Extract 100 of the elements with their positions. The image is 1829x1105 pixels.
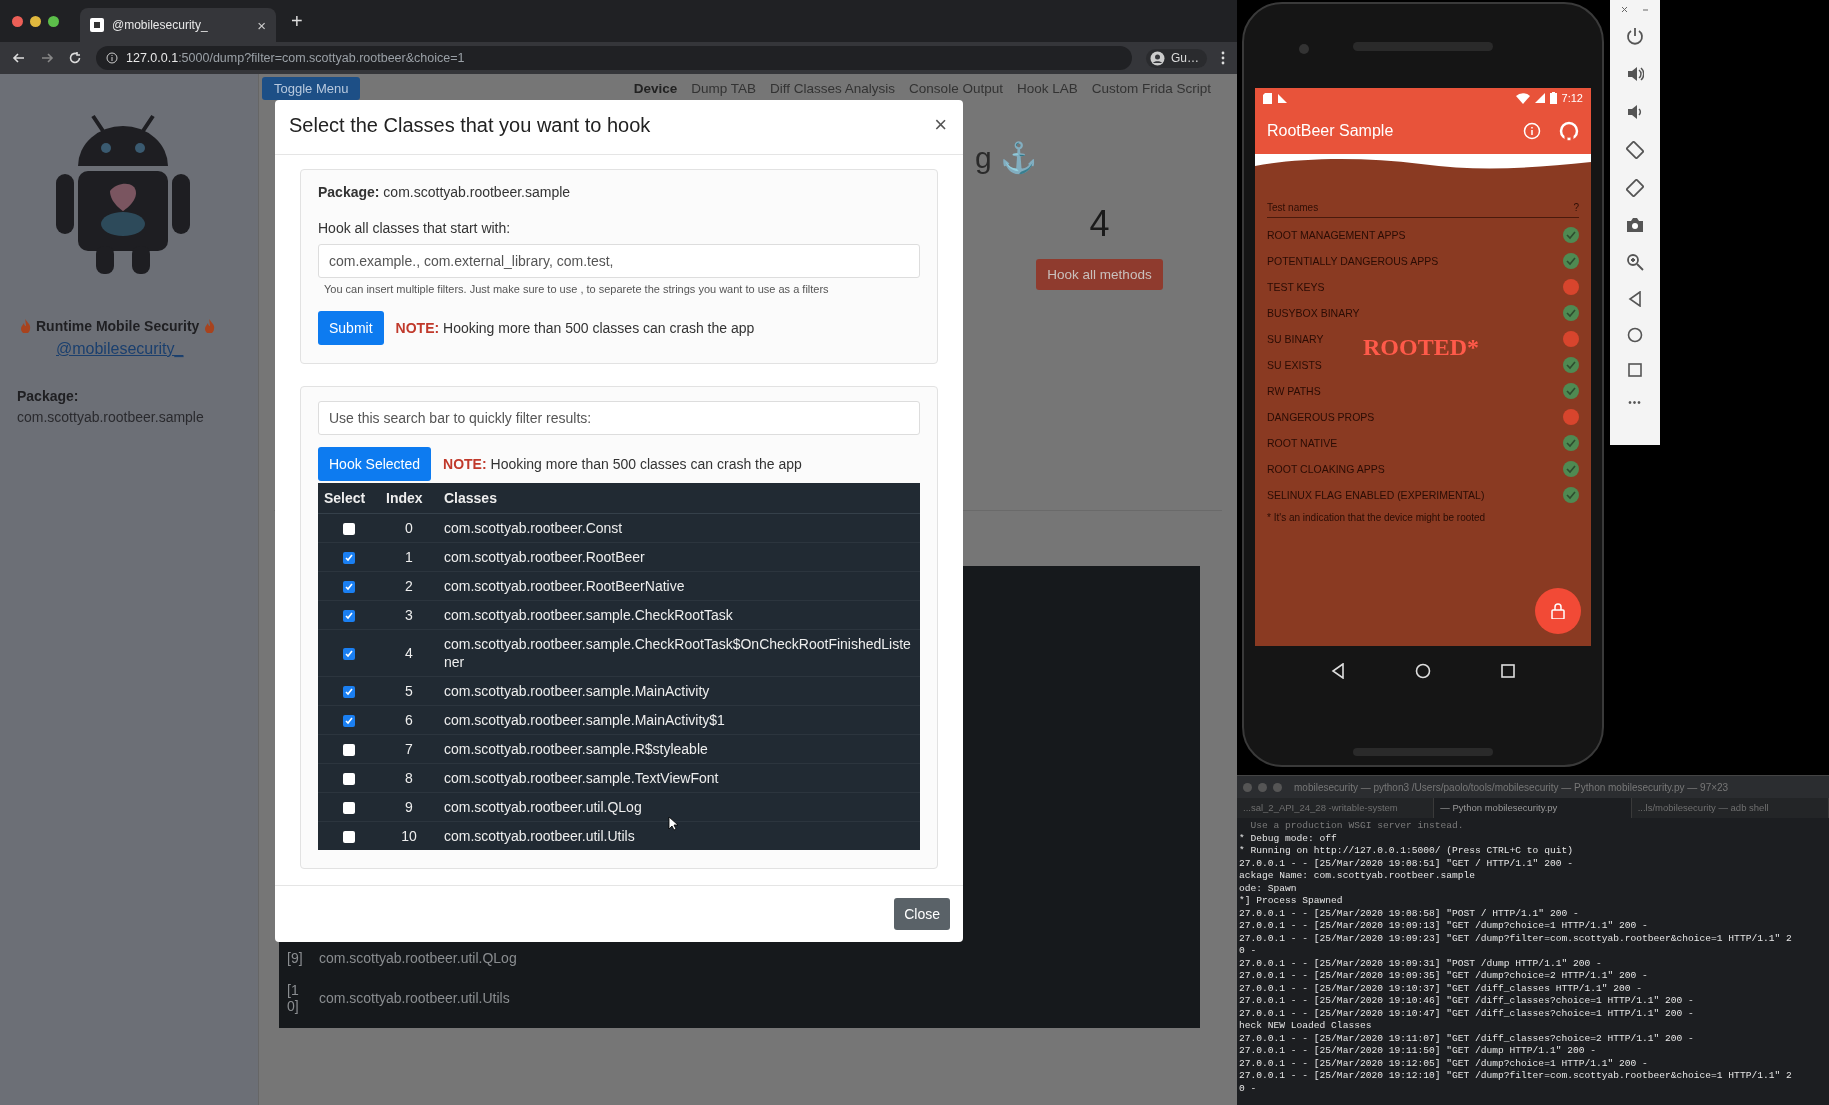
profile-button[interactable]: Gu… bbox=[1146, 48, 1207, 68]
zoom-window-icon[interactable] bbox=[48, 15, 59, 27]
toggle-menu-button[interactable]: Toggle Menu bbox=[262, 76, 361, 100]
close-button[interactable]: Close bbox=[894, 898, 950, 930]
nav-link[interactable]: Device bbox=[633, 80, 678, 96]
info-icon[interactable] bbox=[1523, 122, 1541, 140]
test-name: SELINUX FLAG ENABLED (EXPERIMENTAL) bbox=[1267, 489, 1485, 501]
class-name: com.scottyab.rootbeer.util.Utils bbox=[319, 990, 510, 1006]
row-checkbox[interactable] bbox=[343, 648, 355, 661]
lock-icon bbox=[1551, 603, 1565, 619]
reload-icon[interactable] bbox=[68, 51, 82, 65]
hook-all-methods-button[interactable]: Hook all methods bbox=[1036, 259, 1163, 290]
terminal-line: 27.0.0.1 - - [25/Mar/2020 19:11:50] "GET /dump HTTP/1.1" 200 - bbox=[1239, 1045, 1597, 1058]
terminal-line: 27.0.0.1 - - [25/Mar/2020 19:12:10] "GET /dump?filter=com.scottyab.rootbeer&choice=1 HTTP/1.1" 2 bbox=[1239, 1070, 1793, 1083]
back-icon[interactable] bbox=[1628, 291, 1642, 307]
close-window-icon[interactable] bbox=[12, 15, 23, 27]
row-checkbox[interactable] bbox=[343, 523, 355, 536]
nav-link[interactable]: Custom Frida Script bbox=[1091, 80, 1211, 96]
class-name: com.scottyab.rootbeer.util.QLog bbox=[319, 950, 517, 966]
submit-button[interactable]: Submit bbox=[318, 311, 384, 345]
row-checkbox[interactable] bbox=[343, 831, 355, 844]
overview-icon[interactable] bbox=[1628, 363, 1642, 377]
terminal-tab[interactable]: — Python mobilesecurity.py bbox=[1434, 798, 1632, 818]
column-header: Classes bbox=[438, 483, 920, 514]
table-cell: com.scottyab.rootbeer.RootBeer bbox=[444, 549, 645, 565]
terminal-line: 27.0.0.1 - - [25/Mar/2020 19:10:47] "GET /diff_classes?choice=1 HTTP/1.1" 200 - bbox=[1239, 1007, 1695, 1020]
hook-selected-button[interactable]: Hook Selected bbox=[318, 447, 432, 481]
table-cell: com.scottyab.rootbeer.sample.MainActivity$1 bbox=[444, 712, 725, 728]
filter-input[interactable]: com.example., com.external_library, com.test, bbox=[318, 244, 920, 278]
row-checkbox[interactable] bbox=[343, 581, 355, 594]
table-cell: 5 bbox=[405, 683, 413, 699]
zoom-icon[interactable] bbox=[1626, 253, 1644, 271]
nav-link[interactable]: Dump TAB bbox=[691, 80, 757, 96]
terminal-line: 27.0.0.1 - - [25/Mar/2020 19:12:05] "GET /dump?choice=1 HTTP/1.1" 200 - bbox=[1239, 1057, 1649, 1070]
help-text: You can insert multiple filters. Just make sure to use , to separete the strings you want to use as a filters bbox=[324, 283, 829, 295]
column-header: Index bbox=[380, 483, 438, 514]
flame-icon bbox=[20, 319, 31, 333]
power-icon[interactable] bbox=[1626, 27, 1644, 45]
search-field[interactable]: Use this search bar to quickly filter results: bbox=[318, 401, 920, 435]
table-cell: com.scottyab.rootbeer.Const bbox=[444, 520, 623, 536]
favicon-icon bbox=[90, 18, 104, 32]
nav-link[interactable]: Diff Classes Analysis bbox=[770, 80, 896, 96]
table-cell: com.scottyab.rootbeer.RootBeerNative bbox=[444, 578, 685, 594]
rotate-right-icon[interactable] bbox=[1626, 179, 1644, 197]
row-checkbox[interactable] bbox=[343, 552, 355, 565]
row-index: [10] bbox=[287, 982, 300, 1014]
camera-icon bbox=[1299, 44, 1309, 54]
new-tab-button[interactable]: + bbox=[291, 9, 303, 33]
terminal-line: 27.0.0.1 - - [25/Mar/2020 19:09:31] "POST /dump HTTP/1.1" 200 - bbox=[1239, 957, 1603, 970]
table-cell: 2 bbox=[405, 578, 413, 594]
test-name: ROOT CLOAKING APPS bbox=[1267, 463, 1385, 475]
terminal-line: 0 - bbox=[1239, 1082, 1258, 1095]
recents-icon[interactable] bbox=[1501, 664, 1515, 678]
url-text: 127.0.0.1:5000/dump?filter=com.scottyab.rootbeer&choice=1 bbox=[126, 51, 465, 65]
camera-icon[interactable] bbox=[1626, 217, 1644, 233]
nav-link[interactable]: Console Output bbox=[909, 80, 1003, 96]
minimize-window-icon[interactable] bbox=[30, 15, 41, 27]
table-cell: com.scottyab.rootbeer.util.QLog bbox=[444, 799, 642, 815]
more-button[interactable]: ••• bbox=[1628, 397, 1642, 408]
table-cell: com.scottyab.rootbeer.util.Utils bbox=[444, 828, 635, 844]
wifi-icon bbox=[1515, 92, 1530, 104]
list-header-hint: ? bbox=[1573, 202, 1579, 213]
status-time: 7:12 bbox=[1561, 92, 1583, 104]
tab-close-button[interactable]: × bbox=[257, 16, 266, 34]
row-index: [9] bbox=[287, 950, 304, 966]
app-title: Runtime Mobile Security bbox=[36, 318, 200, 334]
close-icon[interactable] bbox=[1621, 6, 1628, 13]
browser-tab[interactable]: @mobilesecurity_ × bbox=[80, 8, 276, 42]
terminal-line: 27.0.0.1 - - [25/Mar/2020 19:10:37] "GET /diff_classes HTTP/1.1" 200 - bbox=[1239, 982, 1643, 995]
address-bar[interactable]: 127.0.0.1:5000/dump?filter=com.scottyab.rootbeer&choice=1 bbox=[96, 46, 1132, 70]
lock-fab-button[interactable] bbox=[1535, 588, 1581, 634]
table-cell: com.scottyab.rootbeer.sample.CheckRootTask$OnCheckRootFinishedListener bbox=[444, 636, 911, 670]
rotate-left-icon[interactable] bbox=[1626, 141, 1644, 159]
close-button[interactable]: × bbox=[934, 112, 947, 138]
row-checkbox[interactable] bbox=[343, 715, 355, 728]
terminal-line: Use a production WSGI server instead. bbox=[1249, 820, 1465, 833]
table-cell: com.scottyab.rootbeer.sample.CheckRootTask bbox=[444, 607, 733, 623]
table-cell: com.scottyab.rootbeer.sample.R$styleable bbox=[444, 741, 708, 757]
forward-icon[interactable] bbox=[40, 51, 54, 65]
table-cell: com.scottyab.rootbeer.sample.MainActivity bbox=[444, 683, 710, 699]
table-cell: 7 bbox=[405, 741, 413, 757]
twitter-link[interactable]: @mobilesecurity_ bbox=[56, 340, 184, 358]
row-checkbox[interactable] bbox=[343, 610, 355, 623]
package-label: Package: bbox=[17, 388, 79, 404]
test-name: BUSYBOX BINARY bbox=[1267, 307, 1360, 319]
table-cell: 9 bbox=[405, 799, 413, 815]
row-checkbox[interactable] bbox=[343, 744, 355, 757]
terminal-tab[interactable]: ...ls/mobilesecurity — adb shell bbox=[1631, 798, 1829, 818]
home-icon[interactable] bbox=[1627, 327, 1643, 343]
row-checkbox[interactable] bbox=[343, 686, 355, 699]
volume-up-icon[interactable] bbox=[1626, 65, 1644, 83]
back-icon[interactable] bbox=[12, 51, 26, 65]
nav-link[interactable]: Hook LAB bbox=[1016, 80, 1078, 96]
info-icon bbox=[106, 52, 118, 64]
modal-title: Select the Classes that you want to hook bbox=[289, 113, 651, 137]
volume-down-icon[interactable] bbox=[1626, 103, 1644, 121]
table-cell: 6 bbox=[405, 712, 413, 728]
menu-icon[interactable] bbox=[1221, 51, 1225, 65]
row-checkbox[interactable] bbox=[343, 773, 355, 786]
row-checkbox[interactable] bbox=[343, 802, 355, 815]
